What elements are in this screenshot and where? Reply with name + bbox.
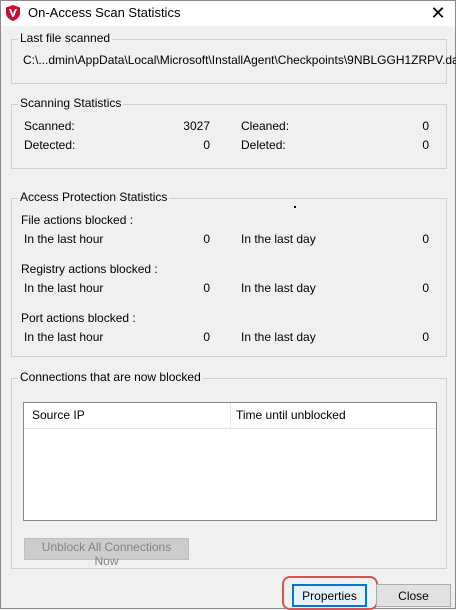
unblock-all-button[interactable]: Unblock All Connections Now xyxy=(24,538,189,568)
registry-last-day-label: In the last day xyxy=(241,281,316,295)
dialog-window: On-Access Scan Statistics ✕ Last file sc… xyxy=(0,0,456,610)
close-window-icon[interactable]: ✕ xyxy=(421,1,455,26)
cleaned-value: 0 xyxy=(422,119,429,133)
last-file-group: Last file scanned C:\...dmin\AppData\Loc… xyxy=(11,31,456,84)
scanned-value: 3027 xyxy=(183,119,210,133)
access-protection-group: Access Protection Statistics File action… xyxy=(11,190,447,357)
close-button[interactable]: Close xyxy=(376,584,451,607)
cleaned-label: Cleaned: xyxy=(241,119,290,133)
registry-last-day-value: 0 xyxy=(422,281,429,295)
properties-button[interactable]: Properties xyxy=(292,584,367,607)
deleted-label: Deleted: xyxy=(241,138,286,152)
access-protection-legend: Access Protection Statistics xyxy=(18,190,170,204)
file-actions-heading: File actions blocked : xyxy=(21,213,134,227)
port-actions-heading: Port actions blocked : xyxy=(21,311,136,325)
column-source-ip[interactable]: Source IP xyxy=(24,403,230,428)
window-title: On-Access Scan Statistics xyxy=(28,5,181,20)
title-bar[interactable]: On-Access Scan Statistics ✕ xyxy=(1,1,455,26)
mcafee-shield-icon xyxy=(6,5,20,21)
scanned-label: Scanned: xyxy=(24,119,75,133)
connections-legend: Connections that are now blocked xyxy=(18,370,203,384)
file-last-hour-value: 0 xyxy=(203,232,210,246)
blocked-connections-list[interactable]: Source IP Time until unblocked xyxy=(23,402,437,521)
registry-last-hour-label: In the last hour xyxy=(24,281,104,295)
column-time-until-unblocked[interactable]: Time until unblocked xyxy=(228,403,436,428)
list-header: Source IP Time until unblocked xyxy=(24,403,436,429)
detected-value: 0 xyxy=(203,138,210,152)
port-last-day-value: 0 xyxy=(422,330,429,344)
deleted-value: 0 xyxy=(422,138,429,152)
stray-cursor-dot xyxy=(294,206,296,208)
registry-last-hour-value: 0 xyxy=(203,281,210,295)
port-last-hour-value: 0 xyxy=(203,330,210,344)
file-last-hour-label: In the last hour xyxy=(24,232,104,246)
port-last-day-label: In the last day xyxy=(241,330,316,344)
scanning-statistics-group: Scanning Statistics Scanned: 3027 Cleane… xyxy=(11,96,447,169)
last-file-legend: Last file scanned xyxy=(18,31,113,45)
scanning-statistics-legend: Scanning Statistics xyxy=(18,96,124,110)
detected-label: Detected: xyxy=(24,138,76,152)
port-last-hour-label: In the last hour xyxy=(24,330,104,344)
registry-actions-heading: Registry actions blocked : xyxy=(21,262,158,276)
file-last-day-value: 0 xyxy=(422,232,429,246)
last-file-path: C:\...dmin\AppData\Local\Microsoft\Insta… xyxy=(23,53,456,67)
file-last-day-label: In the last day xyxy=(241,232,316,246)
